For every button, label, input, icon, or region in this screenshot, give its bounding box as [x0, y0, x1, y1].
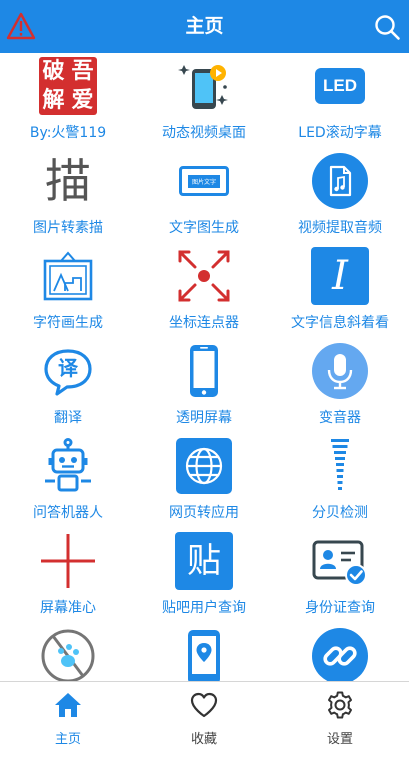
grid-item-label: 图片转素描 — [33, 220, 103, 236]
led-icon: LED — [311, 57, 369, 115]
link-icon — [312, 628, 368, 681]
tab-settings[interactable]: 设置 — [272, 688, 408, 748]
grid-item-label: 翻译 — [54, 410, 82, 426]
grid-item-text-image[interactable]: 图片文字 文字图生成 — [136, 148, 272, 243]
translate-icon-text: 译 — [58, 356, 78, 380]
sketch-char-icon: 描 — [45, 154, 91, 208]
grid-item-label: 分贝检测 — [312, 505, 368, 521]
search-icon[interactable] — [373, 13, 401, 41]
grid-item-label: 坐标连点器 — [169, 315, 239, 331]
grid-item-video-wallpaper[interactable]: 动态视频桌面 — [136, 53, 272, 148]
grid-item-qa-robot[interactable]: 问答机器人 — [0, 433, 136, 528]
heart-icon — [190, 692, 218, 718]
grid-item-label: 字符画生成 — [33, 315, 103, 331]
italic-icon: I — [311, 247, 369, 305]
grid-item-id-card[interactable]: 身份证查询 — [272, 528, 408, 623]
music-file-icon — [312, 153, 368, 209]
bottom-navigation: 主页 收藏 设置 — [0, 681, 409, 771]
decibel-bars-icon — [331, 439, 349, 490]
grid-item-voice-changer[interactable]: 变音器 — [272, 338, 408, 433]
grid-item-decibel[interactable]: 分贝检测 — [272, 433, 408, 528]
translate-bubble-icon: 译 — [39, 342, 97, 400]
location-phone-icon — [188, 630, 220, 681]
tieba-icon: 贴 — [175, 532, 233, 590]
id-card-icon — [312, 540, 367, 586]
text-image-icon-text: 图片文字 — [187, 174, 220, 188]
crosshair-icon — [41, 534, 95, 588]
grid-item-extract-audio[interactable]: 视频提取音频 — [272, 148, 408, 243]
grid-item-label: 透明屏幕 — [176, 410, 232, 426]
microphone-icon — [312, 343, 368, 399]
home-icon — [55, 693, 81, 717]
grid-item-label: 问答机器人 — [33, 505, 103, 521]
picture-frame-icon — [43, 251, 93, 301]
grid-item-label: 文字图生成 — [169, 220, 239, 236]
grid-item-translate[interactable]: 译 翻译 — [0, 338, 136, 433]
tab-favorites[interactable]: 收藏 — [136, 688, 272, 748]
grid-item-label: By:火警119 — [29, 125, 107, 141]
grid-item-photo-sketch[interactable]: 描 图片转素描 — [0, 148, 136, 243]
target-arrows-icon — [178, 250, 230, 302]
robot-icon — [45, 438, 91, 492]
gear-icon — [328, 691, 352, 719]
top-app-bar: 主页 — [0, 0, 409, 53]
grid-item-screen-crosshair[interactable]: 屏幕准心 — [0, 528, 136, 623]
video-wallpaper-icon — [178, 65, 228, 109]
tab-label: 收藏 — [190, 732, 217, 747]
tab-label: 主页 — [54, 732, 81, 747]
grid-item-by-author[interactable]: 破 吾 解 爱 By:火警119 — [0, 53, 136, 148]
led-icon-text: LED — [315, 68, 365, 104]
grid-item-label: 身份证查询 — [305, 600, 375, 616]
grid-item-ascii-art[interactable]: 字符画生成 — [0, 243, 136, 338]
page-title: 主页 — [185, 15, 224, 37]
grid-item-label: 文字信息斜着看 — [291, 315, 389, 331]
grid-item-label: 动态视频桌面 — [162, 125, 246, 141]
grid-item-row7-baidu[interactable] — [0, 623, 136, 681]
grid-item-tieba-user[interactable]: 贴 贴吧用户查询 — [136, 528, 272, 623]
tab-label: 设置 — [326, 732, 353, 747]
grid-item-auto-clicker[interactable]: 坐标连点器 — [136, 243, 272, 338]
grid-item-row7-link[interactable] — [272, 623, 408, 681]
grid-item-label: 变音器 — [319, 410, 361, 426]
grid-item-italic-text[interactable]: I 文字信息斜着看 — [272, 243, 408, 338]
grid-item-transparent-screen[interactable]: 透明屏幕 — [136, 338, 272, 433]
text-image-icon: 图片文字 — [175, 152, 233, 210]
phone-icon — [190, 345, 218, 397]
grid-item-web-to-app[interactable]: 网页转应用 — [136, 433, 272, 528]
paw-circle-icon — [41, 629, 95, 681]
tab-home[interactable]: 主页 — [0, 688, 136, 748]
grid-item-label: LED滚动字幕 — [298, 125, 382, 141]
globe-icon — [176, 438, 232, 494]
seal-logo-icon: 破 吾 解 爱 — [39, 57, 97, 115]
tool-grid: 破 吾 解 爱 By:火警119 动态视频桌面 LED LED滚动字幕 描 图片… — [0, 53, 409, 681]
grid-item-label: 视频提取音频 — [298, 220, 382, 236]
grid-item-led-scroll[interactable]: LED LED滚动字幕 — [272, 53, 408, 148]
grid-item-row7-location[interactable] — [136, 623, 272, 681]
grid-item-label: 网页转应用 — [169, 505, 239, 521]
grid-item-label: 贴吧用户查询 — [162, 600, 246, 616]
grid-item-label: 屏幕准心 — [40, 600, 96, 616]
